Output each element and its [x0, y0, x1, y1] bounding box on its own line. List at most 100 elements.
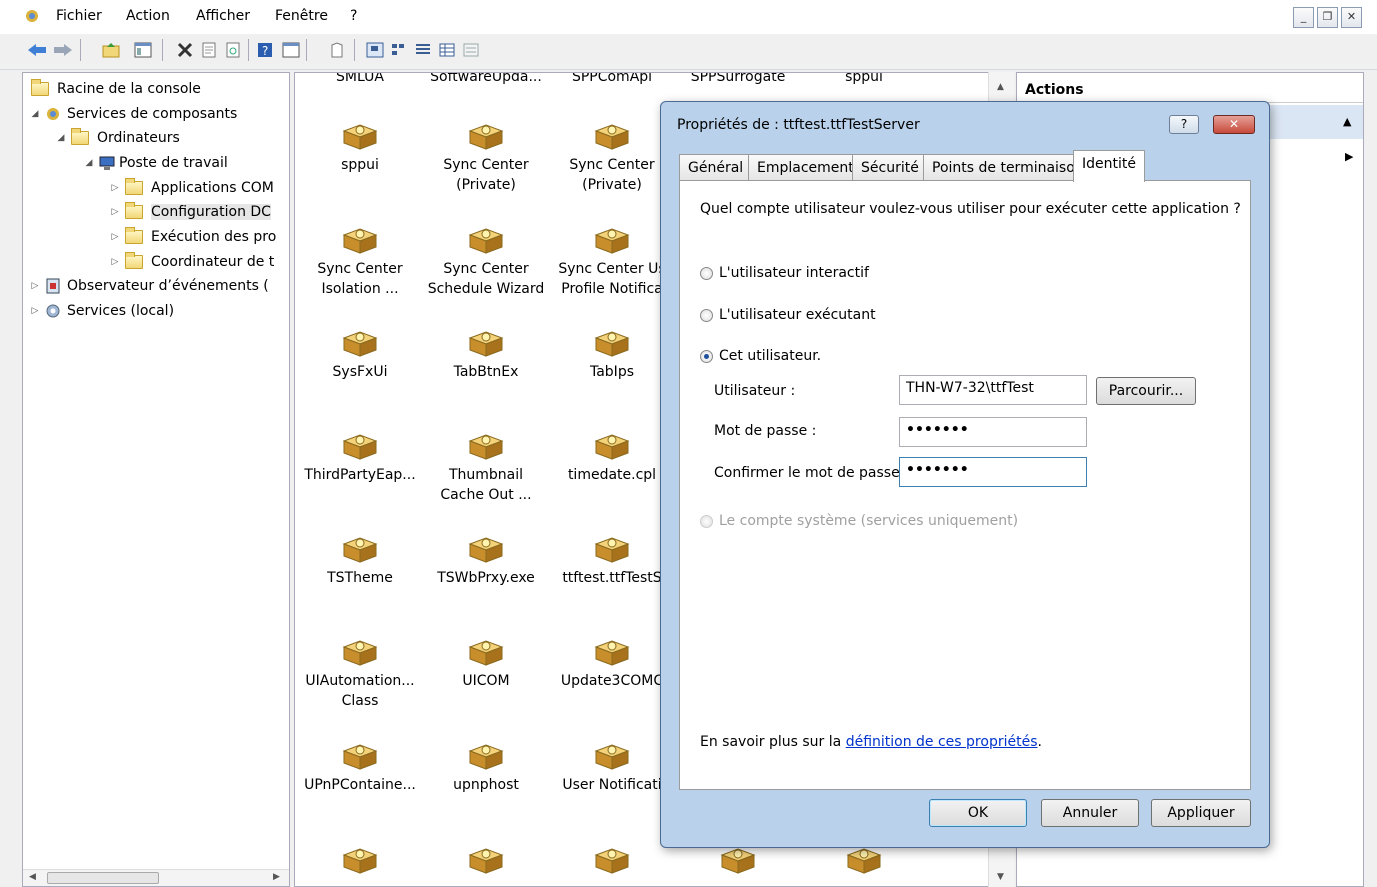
component-item[interactable]: Sync Center Schedule Wizard [423, 225, 549, 299]
component-item[interactable]: SPPComApi [549, 73, 675, 87]
component-item[interactable]: SMLUA [297, 73, 423, 87]
tree-horizontal-scrollbar[interactable]: ◀ ▶ [23, 869, 289, 886]
menu-action[interactable]: Action [126, 8, 170, 24]
tree-item-com-applications[interactable]: ▷ Applications COM [109, 177, 274, 199]
tree-item-running-processes[interactable]: ▷ Exécution des pro [109, 226, 276, 248]
radio-button[interactable] [700, 266, 713, 280]
collapse-up-icon[interactable]: ▲ [1343, 115, 1351, 128]
confirm-password-field[interactable]: ••••••• [899, 457, 1087, 487]
show-hide-tree-icon[interactable] [132, 38, 154, 62]
back-icon[interactable] [26, 38, 48, 62]
tree-item-console-root[interactable]: Racine de la console [31, 78, 201, 100]
component-item[interactable]: timedate.cpl [549, 431, 675, 485]
component-item[interactable]: sppui [801, 73, 927, 87]
radio-button-selected[interactable] [700, 349, 713, 363]
component-item[interactable]: sppui [297, 121, 423, 175]
up-folder-icon[interactable] [100, 38, 122, 62]
cancel-button[interactable]: Annuler [1041, 799, 1139, 827]
export-icon[interactable] [326, 38, 348, 62]
refresh-icon[interactable] [222, 38, 244, 62]
component-package-icon[interactable] [549, 845, 675, 879]
expand-arrow-icon[interactable]: ▷ [109, 183, 121, 193]
component-item[interactable]: ttftest.ttfTestS [549, 534, 675, 588]
radio-this-user[interactable]: Cet utilisateur. [700, 348, 821, 364]
properties-definition-link[interactable]: définition de ces propriétés [846, 734, 1038, 750]
tab-general[interactable]: Général [679, 154, 753, 181]
menu-afficher[interactable]: Afficher [196, 8, 250, 24]
scroll-down-icon[interactable]: ▼ [997, 872, 1004, 882]
component-item[interactable]: Sync Center (Private) [549, 121, 675, 195]
component-item[interactable]: UIAutomation... Class [297, 637, 423, 711]
tree-item-dcom-config[interactable]: ▷ Configuration DC [109, 201, 271, 223]
ok-button[interactable]: OK [929, 799, 1027, 827]
radio-system-account[interactable]: Le compte système (services uniquement) [700, 513, 1018, 529]
component-item[interactable]: Sync Center (Private) [423, 121, 549, 195]
radio-launching-user[interactable]: L'utilisateur exécutant [700, 307, 876, 323]
component-item[interactable]: SPPSurrogate [675, 73, 801, 87]
expand-arrow-icon[interactable]: ▷ [109, 232, 121, 242]
component-item[interactable]: UICOM [423, 637, 549, 691]
menu-fenetre[interactable]: Fenêtre [275, 8, 328, 24]
component-package-icon[interactable] [423, 845, 549, 879]
component-package-icon[interactable] [675, 845, 801, 879]
component-package-icon[interactable] [801, 845, 927, 879]
tree-item-component-services[interactable]: ◢ Services de composants [29, 103, 238, 125]
browse-button[interactable]: Parcourir... [1096, 377, 1196, 405]
expand-arrow-icon[interactable]: ▷ [109, 257, 121, 267]
component-item[interactable]: SysFxUi [297, 328, 423, 382]
component-item[interactable]: Sync Center Us Profile Notifica [549, 225, 675, 299]
scroll-right-icon[interactable]: ▶ [273, 872, 280, 882]
component-item[interactable]: User Notificati [549, 741, 675, 795]
delete-icon[interactable] [174, 38, 196, 62]
scroll-thumb[interactable] [47, 872, 159, 884]
help-icon[interactable]: ? [254, 38, 276, 62]
tree-item-computers[interactable]: ◢ Ordinateurs [55, 127, 180, 149]
radio-button[interactable] [700, 308, 713, 322]
password-field[interactable]: ••••••• [899, 417, 1087, 447]
restore-icon[interactable]: ❐ [1317, 7, 1338, 28]
user-field[interactable]: THN-W7-32\ttfTest [899, 375, 1087, 405]
tab-security[interactable]: Sécurité [852, 154, 928, 181]
large-icons-view-icon[interactable] [364, 38, 386, 62]
tree-item-services-local[interactable]: ▷ Services (local) [29, 300, 175, 322]
scroll-left-icon[interactable]: ◀ [29, 872, 36, 882]
tab-location[interactable]: Emplacement [748, 154, 863, 181]
component-item[interactable]: Thumbnail Cache Out ... [423, 431, 549, 505]
close-icon[interactable]: ✕ [1213, 115, 1255, 134]
tab-endpoints[interactable]: Points de terminaison [923, 154, 1093, 181]
status-view-icon[interactable] [460, 38, 482, 62]
properties-icon[interactable] [198, 38, 220, 62]
console-icon[interactable] [280, 38, 302, 62]
scroll-up-icon[interactable]: ▲ [997, 82, 1004, 92]
radio-interactive-user[interactable]: L'utilisateur interactif [700, 265, 869, 281]
component-item[interactable]: TabIps [549, 328, 675, 382]
tree-item-event-viewer[interactable]: ▷ Observateur d’événements ( [29, 275, 269, 297]
component-item[interactable]: UPnPContaine... [297, 741, 423, 795]
component-item[interactable]: Sync Center Isolation ... [297, 225, 423, 299]
apply-button[interactable]: Appliquer [1151, 799, 1251, 827]
collapse-arrow-icon[interactable]: ◢ [55, 133, 67, 143]
app-icon[interactable] [24, 8, 40, 24]
component-package-icon[interactable] [297, 845, 423, 879]
component-item[interactable]: TabBtnEx [423, 328, 549, 382]
forward-icon[interactable] [52, 38, 74, 62]
component-item[interactable]: ThirdPartyEap... [297, 431, 423, 485]
component-item[interactable]: Update3COMC [549, 637, 675, 691]
menu-fichier[interactable]: Fichier [56, 8, 102, 24]
component-item[interactable]: TSTheme [297, 534, 423, 588]
close-icon[interactable]: ✕ [1341, 7, 1362, 28]
expand-right-icon[interactable]: ▶ [1345, 150, 1353, 163]
collapse-arrow-icon[interactable]: ◢ [29, 109, 41, 119]
radio-button[interactable] [700, 514, 713, 528]
small-icons-view-icon[interactable] [388, 38, 410, 62]
collapse-arrow-icon[interactable]: ◢ [83, 158, 95, 168]
expand-arrow-icon[interactable]: ▷ [29, 281, 41, 291]
details-view-icon[interactable] [436, 38, 458, 62]
list-view-icon[interactable] [412, 38, 434, 62]
help-icon[interactable]: ? [1169, 115, 1199, 134]
component-item[interactable]: upnphost [423, 741, 549, 795]
minimize-icon[interactable]: _ [1293, 7, 1314, 28]
tab-identity[interactable]: Identité [1073, 150, 1145, 182]
component-item[interactable]: SoftwareUpda... [423, 73, 549, 87]
expand-arrow-icon[interactable]: ▷ [29, 306, 41, 316]
